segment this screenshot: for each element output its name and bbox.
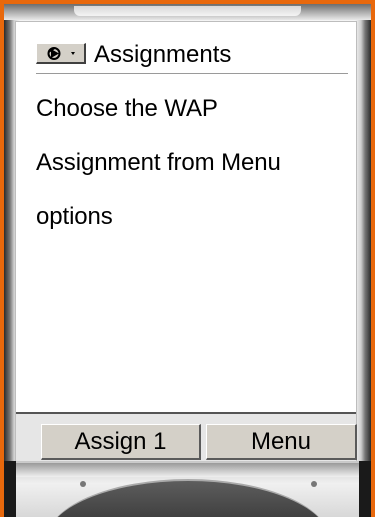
title-divider <box>36 73 348 74</box>
bezel-edge-left <box>4 461 16 517</box>
bottom-strip <box>4 463 371 477</box>
title-bar: Assignments <box>16 22 356 74</box>
body-line: Assignment from Menu <box>36 149 281 176</box>
body-message: Choose the WAP Assignment from Menu opti… <box>36 82 351 244</box>
assign-softkey-button[interactable]: Assign 1 <box>41 424 201 460</box>
speaker-grille <box>74 6 301 16</box>
chevron-down-icon <box>70 49 76 57</box>
left-indicator-dot <box>80 481 86 487</box>
menu-softkey-button[interactable]: Menu <box>206 424 357 460</box>
phone-frame: Assignments Choose the WAP Assignment fr… <box>4 4 371 517</box>
navigation-pad[interactable] <box>46 479 330 517</box>
body-line: options <box>36 203 113 230</box>
bezel-edge-right <box>359 461 371 517</box>
options-menu-icon <box>46 46 64 61</box>
phone-screen: Assignments Choose the WAP Assignment fr… <box>15 21 357 462</box>
softkey-bar: Assign 1 Menu <box>16 412 357 462</box>
options-menu-button[interactable] <box>36 43 86 64</box>
phone-bottom-panel <box>4 461 371 517</box>
right-indicator-dot <box>311 481 317 487</box>
phone-bezel-top <box>4 4 371 20</box>
body-line: Choose the WAP <box>36 95 218 122</box>
page-title: Assignments <box>94 41 232 68</box>
